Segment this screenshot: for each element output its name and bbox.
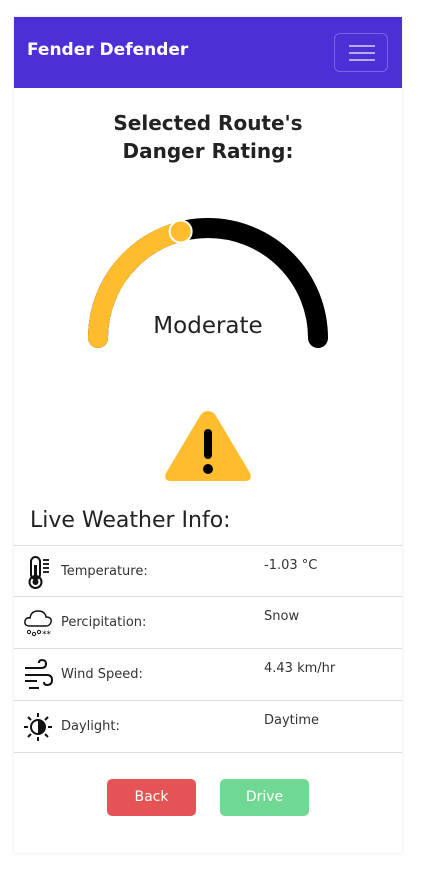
danger-level-label: Moderate <box>153 313 263 339</box>
back-button[interactable]: Back <box>107 779 196 816</box>
app-frame: Fender Defender Selected Route's Danger … <box>14 17 402 853</box>
weather-title: Live Weather Info: <box>30 508 231 533</box>
temperature-value: -1.03 °C <box>264 558 318 573</box>
warning-triangle-icon <box>165 411 251 481</box>
hamburger-icon-line <box>349 52 375 54</box>
svg-text:**: ** <box>42 630 52 640</box>
weather-row-precipitation: ** Percipitation: Snow <box>14 597 402 649</box>
hamburger-icon-line <box>349 59 375 61</box>
weather-row-daylight: Daylight: Daytime <box>14 701 402 753</box>
title-line-2: Danger Rating: <box>122 139 294 163</box>
precipitation-label: Percipitation: <box>61 615 147 630</box>
danger-rating-title: Selected Route's Danger Rating: <box>14 109 402 165</box>
weather-table: Temperature: -1.03 °C ** Percipitation: … <box>14 545 402 753</box>
daylight-value: Daytime <box>264 713 320 728</box>
gauge-knob <box>168 219 193 244</box>
hamburger-icon <box>349 45 375 47</box>
snow-cloud-icon: ** <box>24 610 52 640</box>
half-sun-icon <box>24 713 52 741</box>
daylight-label: Daylight: <box>61 719 120 734</box>
weather-row-temperature: Temperature: -1.03 °C <box>14 545 402 597</box>
precipitation-value: Snow <box>264 609 300 624</box>
weather-row-wind: Wind Speed: 4.43 km/hr <box>14 649 402 701</box>
menu-toggle-button[interactable] <box>334 33 388 72</box>
thermometer-icon <box>28 556 49 589</box>
navbar: Fender Defender <box>14 17 402 88</box>
wind-icon <box>25 658 53 689</box>
wind-speed-value: 4.43 km/hr <box>264 661 336 676</box>
brand-title[interactable]: Fender Defender <box>27 40 188 60</box>
wind-speed-label: Wind Speed: <box>61 667 143 682</box>
temperature-label: Temperature: <box>61 564 148 579</box>
drive-button[interactable]: Drive <box>220 779 309 816</box>
title-line-1: Selected Route's <box>113 111 303 135</box>
